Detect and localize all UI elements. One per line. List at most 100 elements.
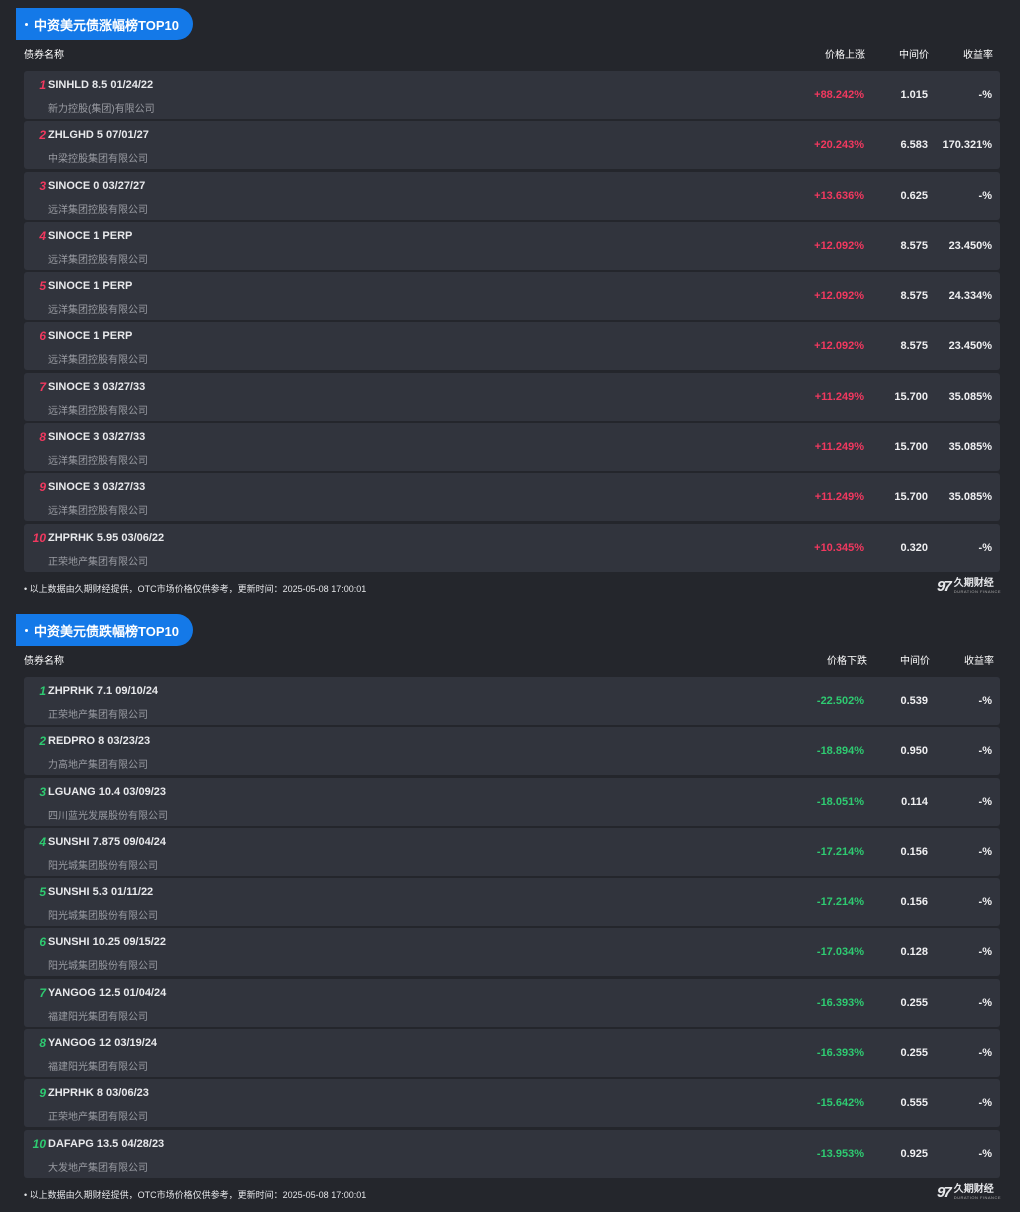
price-change: +12.092%	[814, 239, 864, 252]
issuer-name: 阳光城集团股份有限公司	[48, 961, 158, 973]
issuer-name: 四川蓝光发展股份有限公司	[48, 810, 168, 822]
bond-row[interactable]: 6 SUNSHI 10.25 09/15/22 阳光城集团股份有限公司 -17.034…	[24, 928, 1000, 977]
mid-price: 0.255	[900, 996, 928, 1009]
issuer-name: 远洋集团控股有限公司	[48, 456, 148, 468]
price-change: +13.636%	[814, 189, 864, 202]
yield-value: -%	[978, 745, 992, 758]
mid-price: 8.575	[900, 290, 928, 303]
yield-value: -%	[978, 896, 992, 909]
bond-code: ZHPRHK 7.1 09/10/24	[48, 685, 159, 697]
bond-code: DAFAPG 13.5 04/28/23	[48, 1137, 165, 1150]
bond-row[interactable]: 1 ZHPRHK 7.1 09/10/24 正荣地产集团有限公司 -22.502% 0.…	[24, 677, 1000, 725]
price-change: -16.393%	[816, 996, 864, 1009]
rank-number: 6	[39, 935, 46, 950]
bond-row[interactable]: 9 ZHPRHK 8 03/06/23 正荣地产集团有限公司 -15.642% 0.55…	[24, 1079, 1000, 1128]
bond-code: SINOCE 0 03/27/27	[48, 179, 146, 192]
bond-row[interactable]: 1 SINHLD 8.5 01/24/22 新力控股(集团)有限公司 +88.242%…	[24, 71, 1000, 119]
issuer-name: 大发地产集团有限公司	[48, 1162, 148, 1174]
yield-value: -%	[978, 1097, 992, 1110]
bond-code: SINOCE 1 PERP	[48, 280, 133, 293]
bond-row[interactable]: 3 SINOCE 0 03/27/27 远洋集团控股有限公司 +13.636% 0.62…	[24, 171, 1000, 220]
bond-row[interactable]: 3 LGUANG 10.4 03/09/23 四川蓝光发展股份有限公司 -18.051…	[24, 777, 1000, 826]
bond-row[interactable]: 7 YANGOG 12.5 01/04/24 福建阳光集团有限公司 -16.393% 0…	[24, 978, 1000, 1027]
bond-row[interactable]: 5 SINOCE 1 PERP 远洋集团控股有限公司 +12.092% 8.575 24.…	[24, 272, 1000, 321]
issuer-name: 远洋集团控股有限公司	[48, 355, 148, 367]
rank-number: 8	[39, 1036, 46, 1051]
bond-code: SINOCE 1 PERP	[48, 330, 133, 343]
losers-title-badge: 中资美元债跌幅榜TOP10	[16, 614, 193, 646]
mid-price: 1.015	[900, 89, 928, 101]
rank-number: 6	[39, 329, 46, 344]
yield-value: -%	[978, 1147, 992, 1160]
yield-value: -%	[978, 845, 992, 858]
price-change: -13.953%	[816, 1147, 864, 1160]
logo-name-en: DURATION FINANCE	[953, 588, 1001, 594]
issuer-name: 远洋集团控股有限公司	[48, 254, 148, 266]
col-mid: 中间价	[900, 656, 930, 667]
losers-section: 中资美元债跌幅榜TOP10 债券名称 价格下跌 中间价 收益率 1 ZHPRHK …	[16, 614, 1001, 1204]
bond-row[interactable]: 9 SINOCE 3 03/27/33 远洋集团控股有限公司 +11.249% 15.7…	[24, 473, 1000, 522]
issuer-name: 正荣地产集团有限公司	[48, 556, 148, 568]
bond-row[interactable]: 4 SUNSHI 7.875 09/04/24 阳光城集团股份有限公司 -17.214…	[24, 827, 1000, 876]
price-change: +12.092%	[814, 290, 864, 303]
bond-row[interactable]: 6 SINOCE 1 PERP 远洋集团控股有限公司 +12.092% 8.575 23.…	[24, 322, 1000, 371]
bond-code: ZHLGHD 5 07/01/27	[48, 129, 149, 142]
price-change: -17.214%	[816, 845, 864, 858]
price-change: +11.249%	[814, 491, 864, 504]
mid-price: 0.114	[901, 795, 928, 808]
bond-row[interactable]: 4 SINOCE 1 PERP 远洋集团控股有限公司 +12.092% 8.575 23.…	[24, 221, 1000, 270]
issuer-name: 阳光城集团股份有限公司	[48, 911, 158, 923]
yield-value: 23.450%	[948, 239, 992, 252]
bond-row[interactable]: 10 ZHPRHK 5.95 03/06/22 正荣地产集团有限公司 +10.345%…	[24, 523, 1000, 572]
price-change: -16.393%	[816, 1047, 864, 1060]
losers-list: 1 ZHPRHK 7.1 09/10/24 正荣地产集团有限公司 -22.502% 0.…	[16, 677, 1001, 1178]
source-note: • 以上数据由久期财经提供，OTC市场价格仅供参考，更新时间：2025-05-0…	[24, 1189, 367, 1200]
rank-number: 9	[39, 1086, 46, 1101]
bond-code: SUNSHI 5.3 01/11/22	[48, 886, 154, 899]
mid-price: 0.925	[900, 1147, 928, 1160]
gainers-title-badge: 中资美元债涨幅榜TOP10	[16, 8, 193, 40]
price-change: +11.249%	[814, 390, 864, 403]
rank-number: 1	[39, 78, 46, 92]
mid-price: 6.583	[900, 139, 928, 152]
mid-price: 0.625	[900, 189, 928, 202]
losers-column-header: 债券名称 价格下跌 中间价 收益率	[16, 652, 1001, 668]
col-yield: 收益率	[964, 656, 994, 667]
mid-price: 0.950	[900, 745, 928, 758]
losers-title: 中资美元债跌幅榜TOP10	[34, 623, 179, 639]
bond-row[interactable]: 5 SUNSHI 5.3 01/11/22 阳光城集团股份有限公司 -17.214% 0…	[24, 878, 1000, 927]
brand-logo: 97 久期财经 DURATION FINANCE	[937, 1184, 1001, 1201]
yield-value: 23.450%	[948, 340, 992, 353]
bullet-icon	[25, 22, 28, 26]
yield-value: -%	[978, 695, 992, 707]
logo-name-en: DURATION FINANCE	[953, 1194, 1001, 1200]
col-mid: 中间价	[899, 50, 929, 61]
bond-row[interactable]: 10 DAFAPG 13.5 04/28/23 大发地产集团有限公司 -13.953%…	[24, 1129, 1000, 1178]
rank-number: 7	[39, 985, 46, 1000]
issuer-name: 福建阳光集团有限公司	[48, 1011, 148, 1023]
bond-row[interactable]: 7 SINOCE 3 03/27/33 远洋集团控股有限公司 +11.249% 15.7…	[24, 372, 1000, 421]
bond-code: YANGOG 12.5 01/04/24	[48, 986, 167, 999]
mid-price: 0.128	[900, 946, 928, 959]
mid-price: 0.156	[900, 845, 928, 858]
price-change: +10.345%	[814, 541, 864, 554]
bond-code: SINOCE 3 03/27/33	[48, 431, 146, 444]
bond-code: LGUANG 10.4 03/09/23	[48, 785, 167, 798]
price-change: -17.214%	[816, 896, 864, 909]
price-change: +20.243%	[814, 139, 864, 152]
issuer-name: 阳光城集团股份有限公司	[48, 860, 158, 872]
rank-number: 1	[39, 684, 46, 698]
bond-row[interactable]: 2 REDPRO 8 03/23/23 力高地产集团有限公司 -18.894% 0.95…	[24, 727, 1000, 776]
mid-price: 15.700	[894, 390, 928, 403]
bond-row[interactable]: 2 ZHLGHD 5 07/01/27 中梁控股集团有限公司 +20.243% 6.58…	[24, 121, 1000, 170]
bond-row[interactable]: 8 YANGOG 12 03/19/24 福建阳光集团有限公司 -16.393% 0.2…	[24, 1029, 1000, 1078]
mid-price: 0.255	[900, 1047, 928, 1060]
rank-number: 10	[32, 530, 46, 545]
bond-row[interactable]: 8 SINOCE 3 03/27/33 远洋集团控股有限公司 +11.249% 15.7…	[24, 423, 1000, 472]
price-change: -17.034%	[816, 946, 864, 959]
issuer-name: 正荣地产集团有限公司	[48, 1112, 148, 1124]
bond-code: ZHPRHK 5.95 03/06/22	[48, 531, 165, 544]
logo-name-cn: 久期财经	[953, 577, 994, 589]
issuer-name: 远洋集团控股有限公司	[48, 506, 148, 518]
bond-code: SINHLD 8.5 01/24/22	[48, 79, 154, 91]
